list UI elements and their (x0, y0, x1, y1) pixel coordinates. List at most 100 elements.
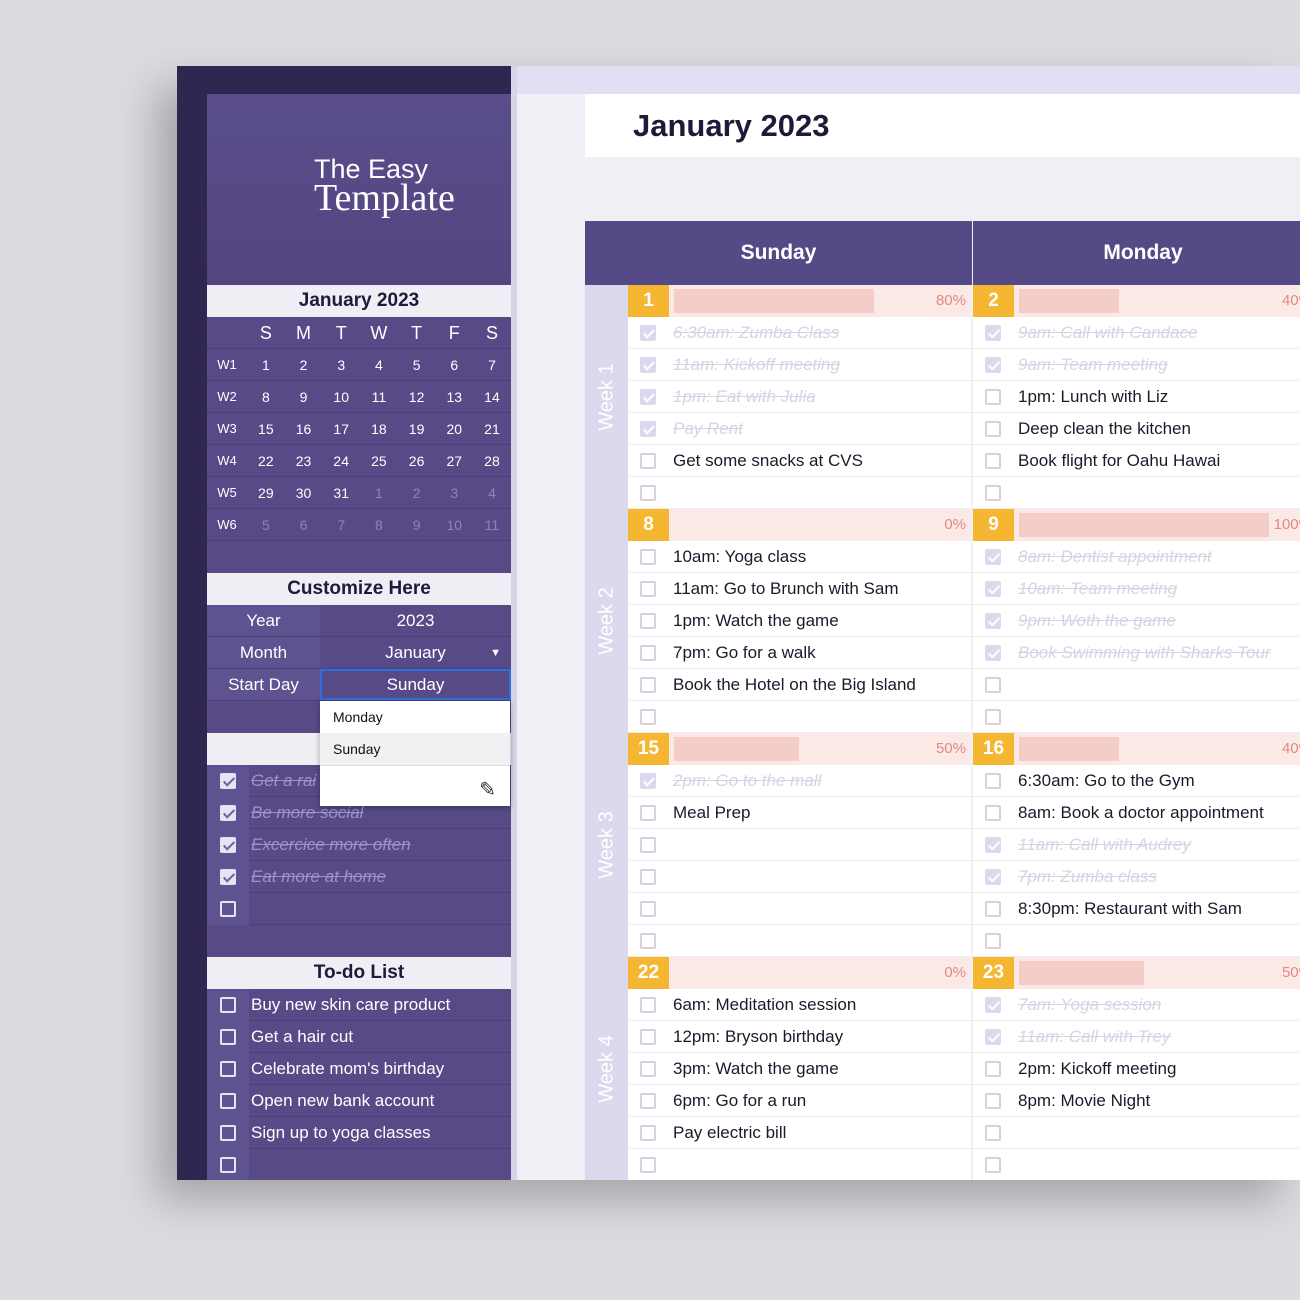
mini-calendar-day[interactable]: 6 (435, 349, 473, 380)
mini-calendar-day[interactable]: 3 (435, 477, 473, 508)
mini-calendar-day[interactable]: 24 (322, 445, 360, 476)
mini-calendar-day[interactable]: 12 (398, 381, 436, 412)
mini-calendar-day[interactable]: 29 (247, 477, 285, 508)
task-text[interactable]: 8:30pm: Restaurant with Sam (1018, 899, 1242, 919)
item-text[interactable]: Buy new skin care product (249, 995, 450, 1015)
mini-calendar-day[interactable]: 11 (473, 509, 511, 540)
mini-calendar-day[interactable]: 15 (247, 413, 285, 444)
task-checkbox[interactable] (985, 452, 1001, 469)
task-checkbox[interactable] (640, 1028, 656, 1045)
mini-calendar-day[interactable]: 2 (398, 477, 436, 508)
task-checkbox[interactable] (640, 868, 656, 885)
task-checkbox[interactable] (640, 324, 656, 341)
task-text[interactable]: Pay electric bill (673, 1123, 786, 1143)
task-text[interactable]: Book flight for Oahu Hawai (1018, 451, 1220, 471)
task-text[interactable]: 1pm: Watch the game (673, 611, 839, 631)
task-text[interactable]: Meal Prep (673, 803, 750, 823)
mini-calendar-day[interactable]: 6 (285, 509, 323, 540)
task-text[interactable]: 1pm: Eat with Julia (673, 387, 816, 407)
item-text[interactable]: Sign up to yoga classes (249, 1123, 431, 1143)
task-checkbox[interactable] (640, 356, 656, 373)
task-checkbox[interactable] (640, 388, 656, 405)
task-checkbox[interactable] (985, 1156, 1001, 1173)
task-text[interactable]: 10am: Yoga class (673, 547, 806, 567)
dropdown-edit-row[interactable]: ✎ (320, 765, 510, 805)
checkbox[interactable] (220, 996, 236, 1013)
mini-calendar-day[interactable]: 1 (360, 477, 398, 508)
item-text[interactable]: Get a hair cut (249, 1027, 353, 1047)
task-text[interactable]: 9am: Team meeting (1018, 355, 1168, 375)
mini-calendar-day[interactable]: 9 (285, 381, 323, 412)
field-value[interactable]: Sunday (320, 669, 511, 700)
task-checkbox[interactable] (640, 644, 656, 661)
item-text[interactable]: Open new bank account (249, 1091, 434, 1111)
mini-calendar-day[interactable]: 7 (322, 509, 360, 540)
mini-calendar-day[interactable]: 8 (360, 509, 398, 540)
task-text[interactable]: Deep clean the kitchen (1018, 419, 1191, 439)
task-checkbox[interactable] (985, 900, 1001, 917)
checkbox[interactable] (220, 804, 236, 821)
mini-calendar-day[interactable]: 11 (360, 381, 398, 412)
field-value[interactable]: January (320, 637, 511, 668)
mini-calendar-day[interactable]: 22 (247, 445, 285, 476)
task-checkbox[interactable] (640, 452, 656, 469)
mini-calendar-day[interactable]: 1 (247, 349, 285, 380)
task-text[interactable]: 7pm: Zumba class (1018, 867, 1157, 887)
dropdown-arrow-icon[interactable]: ▼ (490, 637, 501, 669)
task-text[interactable]: 8pm: Movie Night (1018, 1091, 1150, 1111)
task-checkbox[interactable] (640, 1156, 656, 1173)
mini-calendar-day[interactable]: 18 (360, 413, 398, 444)
item-text[interactable]: Celebrate mom's birthday (249, 1059, 444, 1079)
checkbox[interactable] (220, 900, 236, 917)
task-checkbox[interactable] (640, 804, 656, 821)
task-text[interactable]: 1pm: Lunch with Liz (1018, 387, 1168, 407)
mini-calendar-day[interactable]: 5 (247, 509, 285, 540)
task-checkbox[interactable] (640, 1124, 656, 1141)
task-checkbox[interactable] (985, 580, 1001, 597)
task-checkbox[interactable] (985, 1092, 1001, 1109)
task-text[interactable]: Get some snacks at CVS (673, 451, 863, 471)
task-checkbox[interactable] (985, 868, 1001, 885)
pencil-icon[interactable]: ✎ (479, 774, 496, 806)
task-checkbox[interactable] (985, 676, 1001, 693)
checkbox[interactable] (220, 1060, 236, 1077)
mini-calendar-day[interactable]: 19 (398, 413, 436, 444)
mini-calendar-day[interactable]: 16 (285, 413, 323, 444)
checkbox[interactable] (220, 1028, 236, 1045)
mini-calendar-day[interactable]: 5 (398, 349, 436, 380)
task-checkbox[interactable] (985, 804, 1001, 821)
mini-calendar-day[interactable]: 2 (285, 349, 323, 380)
task-text[interactable]: 7am: Yoga session (1018, 995, 1161, 1015)
task-checkbox[interactable] (640, 900, 656, 917)
task-checkbox[interactable] (640, 708, 656, 725)
task-text[interactable]: 7pm: Go for a walk (673, 643, 816, 663)
task-checkbox[interactable] (985, 356, 1001, 373)
task-checkbox[interactable] (985, 836, 1001, 853)
item-text[interactable]: Excercice more often (249, 835, 411, 855)
mini-calendar-day[interactable]: 3 (322, 349, 360, 380)
task-text[interactable]: 6pm: Go for a run (673, 1091, 806, 1111)
task-checkbox[interactable] (640, 996, 656, 1013)
mini-calendar-day[interactable]: 10 (322, 381, 360, 412)
task-checkbox[interactable] (640, 836, 656, 853)
task-checkbox[interactable] (985, 772, 1001, 789)
checkbox[interactable] (220, 772, 236, 789)
task-text[interactable]: 2pm: Go to the mall (673, 771, 821, 791)
task-text[interactable]: 3pm: Watch the game (673, 1059, 839, 1079)
task-text[interactable]: Pay Rent (673, 419, 743, 439)
task-checkbox[interactable] (985, 932, 1001, 949)
task-checkbox[interactable] (985, 996, 1001, 1013)
mini-calendar-day[interactable]: 30 (285, 477, 323, 508)
task-checkbox[interactable] (640, 580, 656, 597)
task-checkbox[interactable] (985, 612, 1001, 629)
task-checkbox[interactable] (640, 932, 656, 949)
mini-calendar-day[interactable]: 7 (473, 349, 511, 380)
task-checkbox[interactable] (985, 1060, 1001, 1077)
task-checkbox[interactable] (985, 324, 1001, 341)
task-text[interactable]: Book Swimming with Sharks Tour (1018, 643, 1271, 663)
task-checkbox[interactable] (985, 1124, 1001, 1141)
mini-calendar-day[interactable]: 17 (322, 413, 360, 444)
task-checkbox[interactable] (985, 484, 1001, 501)
checkbox[interactable] (220, 868, 236, 885)
mini-calendar-day[interactable]: 14 (473, 381, 511, 412)
